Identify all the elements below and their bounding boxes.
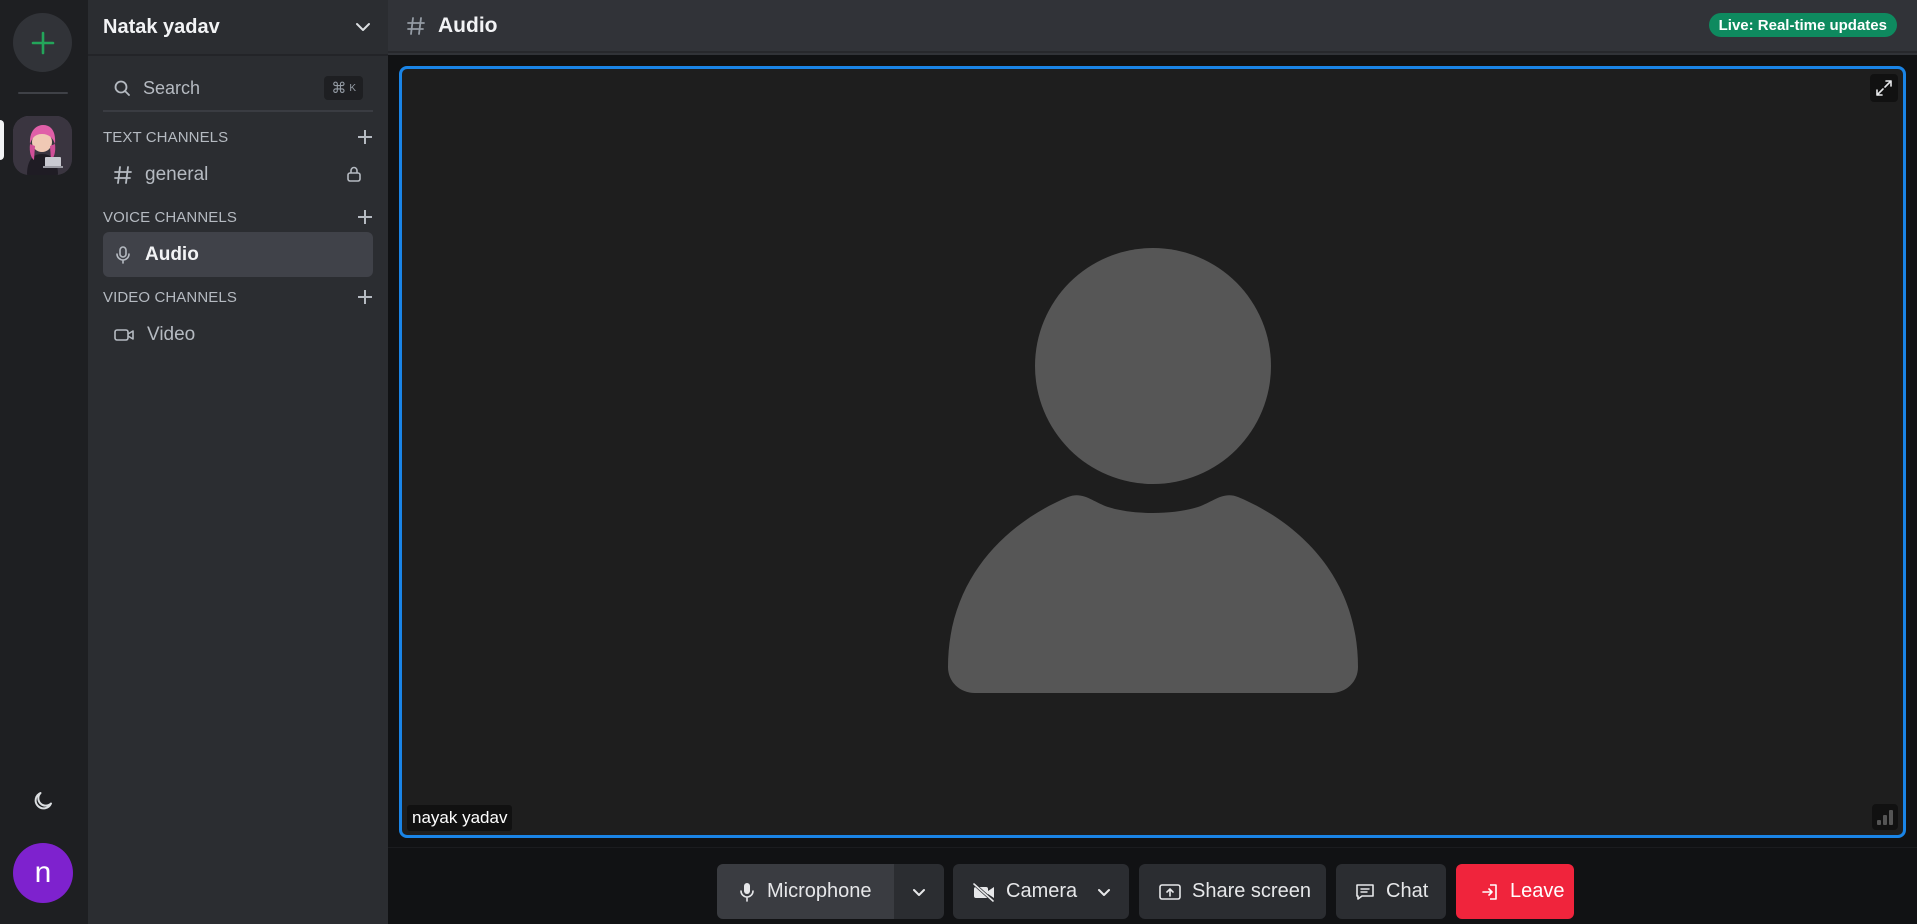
keyboard-shortcut-badge: ⌘ K xyxy=(324,76,363,100)
section-title: TEXT CHANNELS xyxy=(103,128,229,146)
chat-label: Chat xyxy=(1386,880,1429,902)
lock-icon xyxy=(347,166,361,182)
hash-icon xyxy=(407,16,425,35)
participant-name: nayak yadav xyxy=(407,805,513,831)
theme-toggle-button[interactable] xyxy=(27,785,59,817)
user-avatar[interactable]: n xyxy=(13,843,73,903)
plus-icon xyxy=(31,31,54,54)
chevron-down-icon xyxy=(356,23,370,31)
channel-item-general[interactable]: general xyxy=(103,152,373,197)
text-channels-section: TEXT CHANNELS xyxy=(103,122,373,152)
screen-share-icon xyxy=(1159,883,1181,900)
server-avatar-image xyxy=(13,116,72,175)
search-button[interactable]: Search ⌘ K xyxy=(103,66,373,112)
user-placeholder-icon xyxy=(948,248,1358,693)
search-label: Search xyxy=(143,77,201,98)
share-screen-button[interactable]: Share screen xyxy=(1139,864,1326,919)
channel-label: Video xyxy=(147,323,196,345)
channel-sidebar: Natak yadav Search ⌘ K TEXT CHANNELS gen… xyxy=(88,0,388,924)
camera-options-dropdown[interactable] xyxy=(1079,864,1129,919)
leave-icon xyxy=(1482,883,1497,900)
leave-label: Leave xyxy=(1510,880,1565,902)
video-channels-section: VIDEO CHANNELS xyxy=(103,282,373,312)
moon-icon xyxy=(34,792,52,810)
camera-off-icon xyxy=(972,882,995,902)
channel-item-audio[interactable]: Audio xyxy=(103,232,373,277)
server-icon[interactable] xyxy=(13,116,72,175)
section-title: VOICE CHANNELS xyxy=(103,208,237,226)
microphone-button[interactable]: Microphone xyxy=(717,864,894,919)
chevron-down-icon xyxy=(913,888,925,896)
microphone-label: Microphone xyxy=(767,880,872,902)
server-header[interactable]: Natak yadav xyxy=(88,0,388,56)
selected-server-indicator xyxy=(0,120,4,160)
add-server-button[interactable] xyxy=(13,13,72,72)
section-title: VIDEO CHANNELS xyxy=(103,288,237,306)
voice-channels-section: VOICE CHANNELS xyxy=(103,202,373,232)
channel-label: general xyxy=(145,163,209,185)
add-voice-channel-icon[interactable] xyxy=(357,209,373,225)
camera-button[interactable]: Camera xyxy=(953,864,1079,919)
call-control-bar: Microphone Camera Share screen Chat Leav… xyxy=(388,847,1917,924)
connection-quality-icon xyxy=(1872,804,1898,830)
channel-item-video[interactable]: Video xyxy=(103,312,373,357)
app-window: n Natak yadav Search ⌘ K TEXT CHANNELS g… xyxy=(0,0,1917,924)
video-camera-icon xyxy=(114,328,134,341)
microphone-icon xyxy=(116,245,130,264)
hash-icon xyxy=(114,165,132,184)
chat-button[interactable]: Chat xyxy=(1336,864,1446,919)
participant-tile[interactable]: nayak yadav xyxy=(399,66,1906,838)
share-screen-label: Share screen xyxy=(1192,880,1311,902)
chat-icon xyxy=(1356,883,1374,900)
main-area: Audio Live: Real-time updates nayak yada… xyxy=(388,0,1917,924)
add-text-channel-icon[interactable] xyxy=(357,129,373,145)
command-key-symbol: ⌘ xyxy=(331,80,347,97)
leave-call-button[interactable]: Leave xyxy=(1456,864,1574,919)
microphone-icon xyxy=(740,882,754,902)
chevron-down-icon xyxy=(1098,888,1110,896)
rail-divider xyxy=(18,92,68,94)
shortcut-key: K xyxy=(349,82,356,94)
channel-label: Audio xyxy=(145,243,199,265)
search-icon xyxy=(114,80,130,96)
page-title: Audio xyxy=(438,13,498,37)
video-stage: nayak yadav xyxy=(388,55,1917,847)
camera-label: Camera xyxy=(1006,880,1078,902)
expand-icon xyxy=(1876,80,1892,96)
microphone-options-dropdown[interactable] xyxy=(894,864,944,919)
channel-header: Audio Live: Real-time updates xyxy=(388,0,1917,53)
server-rail: n xyxy=(0,0,88,924)
fullscreen-button[interactable] xyxy=(1870,74,1898,102)
server-name: Natak yadav xyxy=(103,15,220,38)
add-video-channel-icon[interactable] xyxy=(357,289,373,305)
live-status-badge: Live: Real-time updates xyxy=(1708,13,1897,37)
